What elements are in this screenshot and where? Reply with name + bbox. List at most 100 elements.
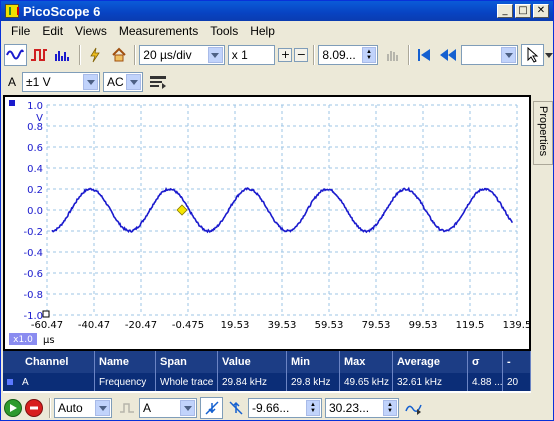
trigger-channel-select[interactable]: A [139, 398, 197, 418]
col-average-cell: 32.61 kHz [393, 373, 468, 391]
chevron-down-icon[interactable] [95, 400, 110, 416]
falling-edge-icon [228, 401, 243, 415]
menu-edit[interactable]: Edit [36, 24, 69, 38]
y-tick-label: -0.6 [23, 269, 43, 280]
zoom-out-button[interactable]: − [294, 48, 309, 62]
pretrigger-spinner[interactable]: ▲ ▼ [383, 400, 397, 416]
col-name-cell: Frequency [95, 373, 156, 391]
close-button[interactable]: ✕ [533, 4, 549, 18]
col-average-header[interactable]: Average [393, 351, 468, 373]
toolbar-separator [313, 45, 316, 65]
falling-edge-button[interactable] [224, 397, 247, 419]
scope-view-frame: 1.0 0.8 0.6 0.4 0.2 0.0 -0.2 -0.4 -0.6 -0.8 -1.0 V -… [3, 95, 531, 351]
col-span-header[interactable]: Span [156, 351, 218, 373]
coupling-select[interactable]: AC [103, 72, 144, 92]
spectrum-mode-button[interactable] [52, 44, 75, 66]
x-tick-label: 59.53 [315, 320, 344, 331]
menu-help[interactable]: Help [244, 24, 281, 38]
persistence-mode-button[interactable] [28, 44, 51, 66]
samples-field[interactable]: 8.09... ▲ ▼ [318, 45, 378, 65]
cursor-arrow-icon [527, 47, 538, 63]
col-min-header[interactable]: Min [287, 351, 340, 373]
menu-file[interactable]: File [5, 24, 36, 38]
minimize-button[interactable]: _ [497, 4, 513, 18]
trigger-mode-select[interactable]: Auto [54, 398, 112, 418]
chevron-down-icon[interactable] [501, 47, 517, 63]
zoom-in-button[interactable]: + [278, 48, 293, 62]
x-tick-label: -60.47 [31, 320, 63, 331]
range-select[interactable]: ±1 V [22, 72, 101, 92]
col-name-header[interactable]: Name [95, 351, 156, 373]
trigger-marker[interactable] [176, 204, 188, 216]
col-count-header[interactable]: - [503, 351, 531, 373]
x-tick-label: 139.5 [503, 320, 529, 331]
home-button[interactable] [107, 44, 130, 66]
channel-label: A [8, 75, 17, 89]
window-title: PicoScope 6 [23, 3, 101, 19]
advanced-trigger-button[interactable] [115, 397, 138, 419]
x-tick-label: 39.53 [268, 320, 297, 331]
chevron-down-icon[interactable] [126, 74, 142, 90]
toolbar-separator [407, 45, 410, 65]
pretrigger-field[interactable]: 30.23... ▲ ▼ [325, 398, 399, 418]
table-row[interactable]: A Frequency Whole trace 29.84 kHz 29.8 kHz 49… [3, 373, 531, 391]
channel-color-swatch [7, 379, 13, 385]
chevron-down-icon[interactable] [83, 74, 99, 90]
threshold-spinner[interactable]: ▲ ▼ [306, 400, 320, 416]
properties-tab[interactable]: Properties [533, 101, 553, 165]
menu-tools[interactable]: Tools [204, 24, 244, 38]
channel-options-button[interactable] [146, 71, 169, 93]
chevron-down-icon[interactable] [180, 400, 195, 416]
scope-plot[interactable]: 1.00.80.60.40.20.0-0.2-0.4-0.6-0.8-1.0V-… [5, 97, 529, 349]
chevron-down-icon[interactable] [545, 52, 554, 58]
x-tick-label: 99.53 [409, 320, 438, 331]
rising-edge-icon [204, 401, 219, 415]
scope-view[interactable]: 1.0 0.8 0.6 0.4 0.2 0.0 -0.2 -0.4 -0.6 -0.8 -1.0 V -… [5, 97, 529, 349]
y-tick-label: 0.2 [27, 185, 43, 196]
spectrum-bars-icon [55, 51, 70, 61]
x-unit-label: µs [43, 335, 55, 346]
scope-mode-button[interactable] [4, 44, 27, 66]
measurements-header: Channel Name Span Value Min Max Average σ - [3, 351, 531, 373]
zoom-field[interactable]: x 1 [227, 45, 276, 65]
chevron-down-icon[interactable] [207, 47, 223, 63]
maximize-button[interactable]: □ [515, 4, 531, 18]
threshold-field[interactable]: -9.66... ▲ ▼ [248, 398, 322, 418]
channel-cell-text: A [22, 376, 29, 388]
timebase-select[interactable]: 20 µs/div [139, 45, 225, 65]
x-tick-label: -0.475 [172, 320, 204, 331]
trigger-options-button[interactable] [402, 397, 425, 419]
origin-marker [42, 310, 50, 318]
col-value-header[interactable]: Value [218, 351, 287, 373]
trigger-mode-value: Auto [58, 401, 83, 415]
y-tick-label: -0.2 [23, 227, 43, 238]
picoscope-app-icon [5, 4, 19, 18]
timebase-value: 20 µs/div [143, 48, 192, 62]
buffer-select[interactable] [460, 45, 519, 65]
stop-button[interactable] [25, 399, 43, 417]
x-tick-label: 79.53 [362, 320, 391, 331]
channel-toolbar: A ±1 V AC [1, 70, 553, 94]
menu-measurements[interactable]: Measurements [113, 24, 204, 38]
previous-buffer-button[interactable] [437, 44, 460, 66]
picoscope-window: PicoScope 6 _ □ ✕ File Edit Views Measur… [0, 0, 554, 421]
y-unit-label: V [36, 113, 43, 124]
rising-edge-button[interactable] [200, 397, 223, 419]
square-wave-icon [31, 49, 48, 61]
y-tick-label: 0.0 [27, 206, 43, 217]
hand-tool-button[interactable] [381, 44, 404, 66]
measurements-table: Channel Name Span Value Min Max Average σ - A Fre… [3, 351, 531, 393]
col-max-header[interactable]: Max [340, 351, 393, 373]
col-channel-header[interactable]: Channel [3, 351, 95, 373]
samples-spinner[interactable]: ▲ ▼ [361, 47, 376, 63]
start-button[interactable] [4, 399, 22, 417]
probe-button[interactable] [84, 44, 107, 66]
menu-views[interactable]: Views [69, 24, 113, 38]
first-buffer-button[interactable] [413, 44, 436, 66]
pretrigger-value: 30.23... [329, 401, 370, 415]
pulse-icon [119, 403, 134, 413]
pointer-tool-button[interactable] [521, 44, 545, 66]
sine-wave-icon [6, 49, 25, 60]
col-sigma-header[interactable]: σ [468, 351, 503, 373]
y-tick-label: 1.0 [27, 101, 43, 112]
